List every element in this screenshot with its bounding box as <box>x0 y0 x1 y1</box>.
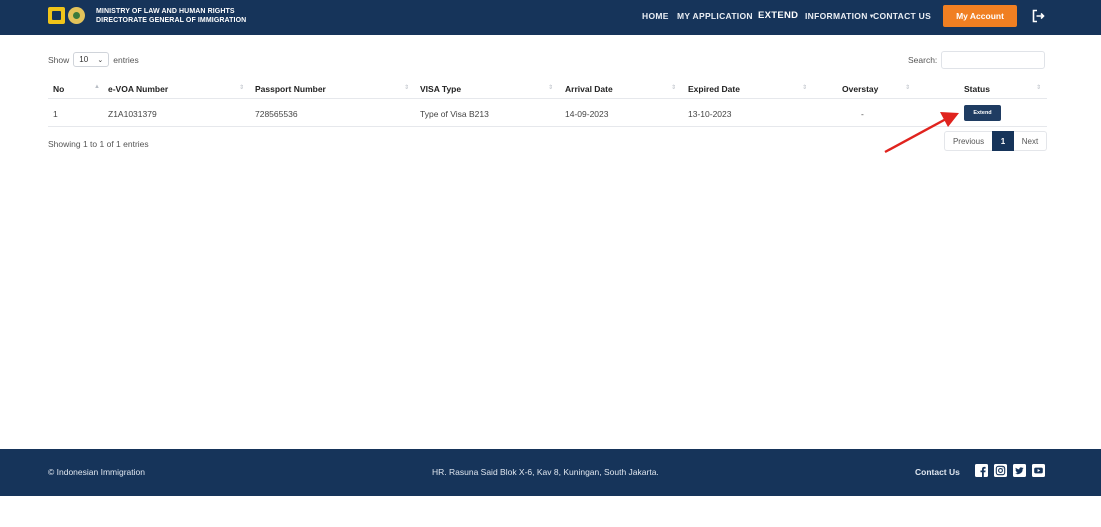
cell-visa-type: Type of Visa B213 <box>420 109 489 119</box>
cell-arrival-date: 14-09-2023 <box>565 109 609 119</box>
footer-contact-link[interactable]: Contact Us <box>915 467 960 477</box>
cell-overstay: - <box>861 109 864 119</box>
nav-home[interactable]: HOME <box>642 11 669 21</box>
nav-information-label: INFORMATION <box>805 11 868 21</box>
column-header-arrival-date[interactable]: Arrival Date <box>565 84 613 94</box>
table-search: Search: <box>908 51 1046 69</box>
nav-information[interactable]: INFORMATION▼ <box>805 11 875 21</box>
entries-select-value: 10 <box>79 55 89 64</box>
brand-title[interactable]: MINISTRY OF LAW AND HUMAN RIGHTS DIRECTO… <box>96 7 246 25</box>
top-navbar: MINISTRY OF LAW AND HUMAN RIGHTS DIRECTO… <box>0 0 1101 35</box>
table-header-divider <box>48 98 1047 99</box>
cell-expired-date: 13-10-2023 <box>688 109 732 119</box>
instagram-icon[interactable] <box>994 464 1007 477</box>
pagination-next[interactable]: Next <box>1014 131 1047 151</box>
show-label: Show <box>48 54 70 65</box>
pagination-page-1[interactable]: 1 <box>992 131 1014 151</box>
footer-address: HR. Rasuna Said Blok X-6, Kav 8, Kuninga… <box>432 467 659 477</box>
column-header-visa-type[interactable]: VISA Type <box>420 84 461 94</box>
entries-select[interactable]: 10 ⌄ <box>73 52 110 67</box>
nav-contact-us[interactable]: CONTACT US <box>873 11 931 21</box>
footer-copyright: © Indonesian Immigration <box>48 467 145 477</box>
sort-icon: ⇕ <box>239 85 245 91</box>
brand-line-1: MINISTRY OF LAW AND HUMAN RIGHTS <box>96 8 235 15</box>
sort-icon: ⇕ <box>548 85 554 91</box>
search-input[interactable] <box>941 51 1046 69</box>
nav-extend[interactable]: EXTEND <box>758 10 798 21</box>
cell-no: 1 <box>53 109 58 119</box>
logout-icon[interactable] <box>1031 9 1045 23</box>
cell-evoa-number: Z1A1031379 <box>108 109 157 119</box>
twitter-icon[interactable] <box>1013 464 1026 477</box>
ministry-logo-icon <box>48 7 65 24</box>
column-header-no[interactable]: No <box>53 84 64 94</box>
column-header-overstay[interactable]: Overstay <box>842 84 878 94</box>
search-label: Search: <box>908 55 938 65</box>
facebook-icon[interactable] <box>975 464 988 477</box>
sort-icon: ⇕ <box>671 85 677 91</box>
chevron-down-icon: ⌄ <box>97 56 104 64</box>
header-logos <box>48 7 85 24</box>
cell-passport-number: 728565536 <box>255 109 298 119</box>
column-header-evoa-number[interactable]: e-VOA Number <box>108 84 168 94</box>
sort-icon: ⇕ <box>404 85 410 91</box>
sort-icon: ⇕ <box>802 85 808 91</box>
entries-length-control: Show 10 ⌄ entries <box>48 52 139 67</box>
table-info: Showing 1 to 1 of 1 entries <box>48 139 149 149</box>
youtube-icon[interactable] <box>1032 464 1045 477</box>
column-header-expired-date[interactable]: Expired Date <box>688 84 740 94</box>
column-header-passport-number[interactable]: Passport Number <box>255 84 326 94</box>
sort-icon: ⇕ <box>1036 85 1042 91</box>
immigration-logo-icon <box>68 7 85 24</box>
column-header-status[interactable]: Status <box>964 84 990 94</box>
sort-icon: ⇕ <box>905 85 911 91</box>
footer: © Indonesian Immigration HR. Rasuna Said… <box>0 449 1101 496</box>
annotation-arrow-icon <box>884 112 959 154</box>
sort-asc-icon: ▲ <box>94 84 100 90</box>
brand-line-2: DIRECTORATE GENERAL OF IMMIGRATION <box>96 17 247 24</box>
entries-label: entries <box>113 54 139 65</box>
my-account-button[interactable]: My Account <box>943 5 1017 27</box>
nav-my-application[interactable]: MY APPLICATION <box>677 11 753 21</box>
extend-button[interactable]: Extend <box>964 105 1001 121</box>
